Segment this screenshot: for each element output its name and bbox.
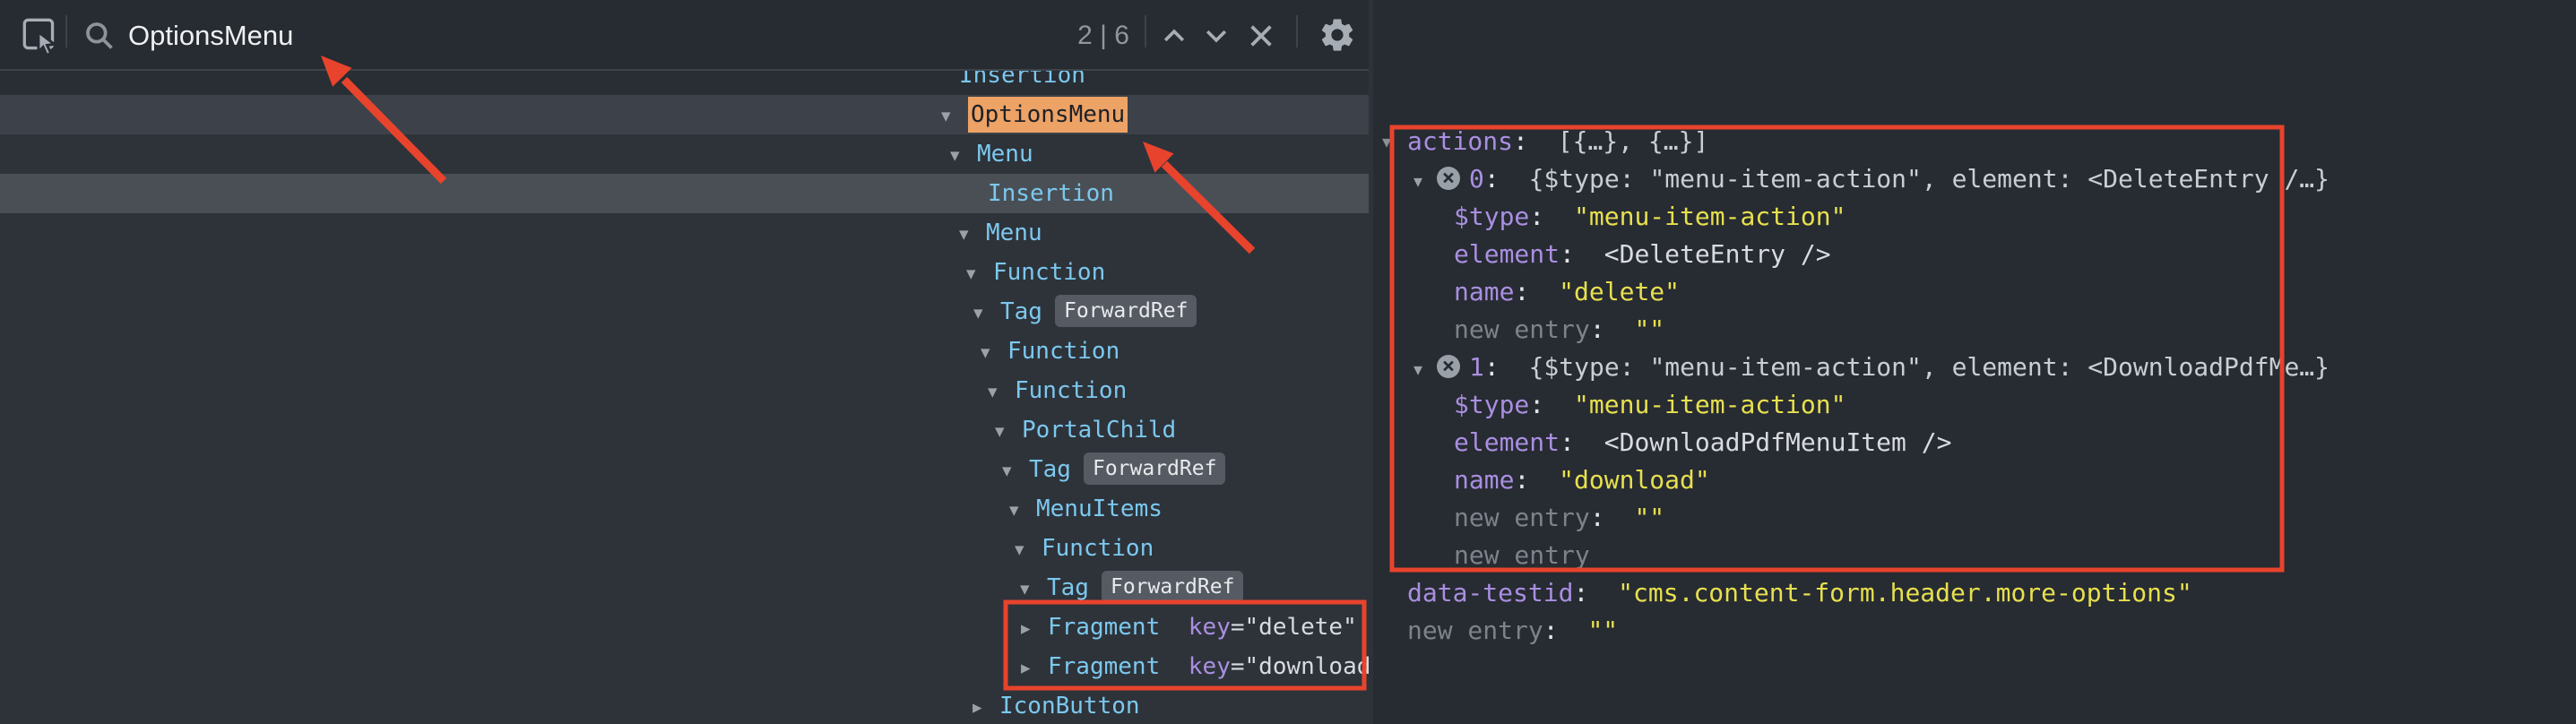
inspect-element-icon[interactable] [18, 13, 63, 58]
prop-row-type[interactable]: $type: "menu-item-action" [0, 198, 1454, 236]
search-results-counter: 2 | 6 [1031, 0, 1129, 71]
prop-value[interactable]: "" [1634, 315, 1664, 344]
prop-row-new-entry[interactable]: new entry: "" [0, 311, 1454, 349]
prop-key: 0 [1469, 164, 1484, 194]
prop-preview: {$type: "menu-item-action", element: <Do… [1529, 352, 2330, 382]
key-attr-value: "download" [1245, 653, 1386, 680]
prop-row-element[interactable]: element: <DeleteEntry /> [0, 236, 1454, 273]
prop-value: "cms.content-form.header.more-options" [1618, 578, 2192, 608]
prop-row-type[interactable]: $type: "menu-item-action" [0, 386, 1454, 424]
prop-row-new-entry[interactable]: new entry [0, 537, 1454, 574]
tree-row-iconbutton[interactable]: ▸IconButton [0, 686, 1369, 724]
tree-row-fragment-download[interactable]: ▸Fragment key="download" [0, 647, 1369, 686]
search-icon [82, 19, 117, 53]
expander-icon[interactable]: ▾ [1382, 123, 1405, 160]
expander-icon[interactable]: ▾ [1413, 350, 1437, 388]
colon: : [1514, 465, 1529, 495]
prop-value: "menu-item-action" [1574, 202, 1846, 231]
prop-row-name[interactable]: name: "download" [0, 461, 1454, 499]
toolbar-divider [1145, 15, 1146, 47]
colon: : [1560, 239, 1575, 269]
prop-row-actions[interactable]: ▾ actions: [{…}, {…}] [0, 123, 1407, 160]
prop-row-item-0[interactable]: ▾×0: {$type: "menu-item-action", element… [0, 160, 1413, 198]
prop-row-data-testid[interactable]: data-testid: "cms.content-form.header.mo… [0, 574, 1407, 612]
key-attr-name: key [1189, 653, 1231, 680]
colon: : [1529, 202, 1544, 231]
expander-icon[interactable]: ▸ [1021, 648, 1048, 687]
colon: : [1514, 277, 1529, 306]
prop-key: $type [1454, 390, 1529, 419]
prop-key: new entry [1454, 540, 1590, 570]
react-devtools-window: Insertion ▾OptionsMenu ▾Menu Insertion ▾… [0, 0, 2576, 724]
prop-row-new-entry[interactable]: new entry: "" [0, 499, 1454, 537]
prop-value[interactable]: "" [1634, 503, 1664, 532]
colon: : [1513, 126, 1528, 156]
toolbar-divider [65, 15, 67, 47]
prop-key: new entry [1454, 503, 1590, 532]
unserializable-icon: × [1437, 355, 1460, 378]
prop-key: name [1454, 465, 1514, 495]
prop-row-element[interactable]: element: <DownloadPdfMenuItem /> [0, 424, 1454, 461]
prop-key: data-testid [1407, 578, 1573, 608]
colon: : [1590, 315, 1605, 344]
prop-key: name [1454, 277, 1514, 306]
chevron-down-icon[interactable] [1199, 20, 1233, 52]
prop-key: actions [1407, 126, 1513, 156]
prop-key: new entry [1407, 616, 1543, 645]
colon: : [1590, 503, 1605, 532]
colon: : [1484, 352, 1500, 382]
prop-key: 1 [1469, 352, 1484, 382]
prop-key: new entry [1454, 315, 1590, 344]
prop-value: <DownloadPdfMenuItem /> [1604, 427, 1952, 457]
key-attr-eq: = [1231, 653, 1245, 680]
chevron-up-icon[interactable] [1157, 20, 1191, 52]
colon: : [1560, 427, 1575, 457]
colon: : [1573, 578, 1588, 608]
gear-icon[interactable] [1318, 15, 1357, 55]
prop-value: "menu-item-action" [1574, 390, 1846, 419]
expander-icon[interactable]: ▸ [972, 687, 999, 724]
prop-value[interactable]: "" [1587, 616, 1618, 645]
colon: : [1484, 164, 1500, 194]
prop-row-item-1[interactable]: ▾×1: {$type: "menu-item-action", element… [0, 349, 1413, 386]
prop-value: "download" [1559, 465, 1710, 495]
colon: : [1529, 390, 1544, 419]
prop-key: element [1454, 427, 1560, 457]
unserializable-icon: × [1437, 167, 1460, 190]
prop-preview: {$type: "menu-item-action", element: <De… [1529, 164, 2330, 194]
prop-key: $type [1454, 202, 1529, 231]
tree-toolbar: OptionsMenu 2 | 6 [0, 0, 1369, 71]
prop-value: [{…}, {…}] [1558, 126, 1709, 156]
colon: : [1543, 616, 1559, 645]
prop-row-new-entry[interactable]: new entry: "" [0, 612, 1407, 650]
toolbar-divider [1296, 15, 1298, 47]
prop-value: <DeleteEntry /> [1604, 239, 1831, 269]
search-input[interactable]: OptionsMenu [128, 0, 293, 71]
close-icon[interactable] [1244, 19, 1278, 53]
prop-key: element [1454, 239, 1560, 269]
component-name: IconButton [999, 693, 1140, 720]
component-name: Fragment [1048, 653, 1160, 680]
prop-row-name[interactable]: name: "delete" [0, 273, 1454, 311]
prop-value: "delete" [1559, 277, 1680, 306]
expander-icon[interactable]: ▾ [1413, 162, 1437, 200]
